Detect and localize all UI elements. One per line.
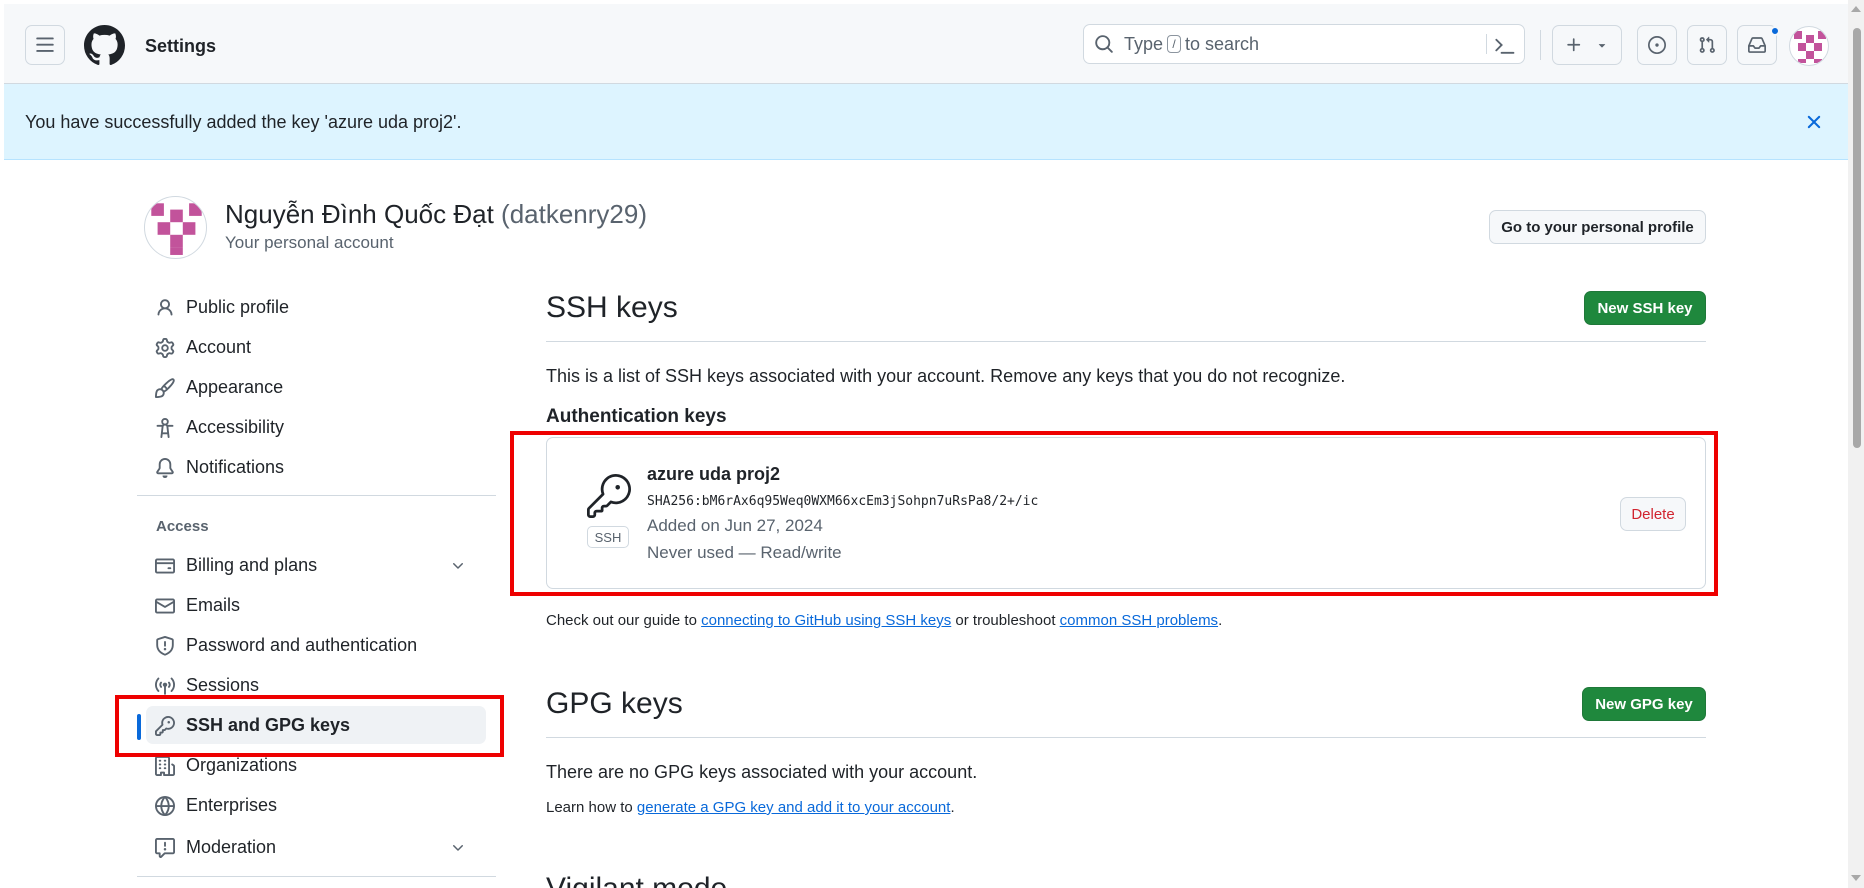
highlight-sidebar-ssh-item — [115, 695, 504, 757]
search-icon — [1095, 35, 1113, 53]
sidebar-item-password[interactable]: Password and authentication — [146, 626, 486, 664]
account-handle: (datkenry29) — [501, 199, 648, 229]
account-full-name: Nguyễn Đình Quốc Đạt — [225, 199, 494, 229]
search-placeholder-prefix: Type — [1124, 33, 1164, 54]
hamburger-icon — [36, 37, 54, 52]
sidebar-item-label: Accessibility — [186, 417, 285, 437]
global-header: Settings Type / to search — [4, 4, 1848, 84]
learn-suffix: . — [950, 799, 955, 816]
sidebar-item-label: Emails — [186, 595, 241, 615]
guide-middle: or troubleshoot — [955, 612, 1056, 629]
sidebar-item-public-profile[interactable]: Public profile — [146, 288, 486, 326]
pull-requests-button[interactable] — [1687, 25, 1727, 65]
guide-prefix: Check out our guide to — [546, 612, 697, 629]
section-rule — [546, 737, 1706, 738]
guide-suffix: . — [1218, 612, 1223, 629]
new-gpg-key-button[interactable]: New GPG key — [1582, 687, 1706, 721]
sidebar-item-label: Moderation — [186, 837, 277, 857]
credit-card-icon — [155, 558, 175, 574]
new-ssh-key-button[interactable]: New SSH key — [1584, 291, 1706, 325]
section-rule — [546, 341, 1706, 342]
paintbrush-icon — [155, 378, 175, 398]
bell-icon — [156, 458, 174, 478]
accessibility-icon — [156, 418, 174, 438]
success-flash-banner: You have successfully added the key 'azu… — [4, 84, 1848, 160]
ssh-keys-title: SSH keys — [546, 291, 678, 324]
sidebar-item-account[interactable]: Account — [146, 328, 486, 366]
organization-icon — [155, 756, 175, 776]
search-separator — [1486, 34, 1487, 54]
create-new-button[interactable] — [1552, 25, 1622, 65]
identicon-avatar-large — [151, 203, 202, 255]
flash-message: You have successfully added the key 'azu… — [25, 112, 462, 132]
go-to-profile-button[interactable]: Go to your personal profile — [1489, 210, 1706, 244]
sidebar-item-label: Account — [186, 337, 252, 357]
sidebar-item-label: Password and authentication — [186, 635, 418, 655]
avatar[interactable] — [1789, 26, 1829, 66]
sidebar-item-moderation[interactable]: Moderation — [146, 828, 486, 866]
issues-icon — [1648, 36, 1666, 54]
sidebar-item-label: Notifications — [186, 457, 285, 477]
scroll-down-arrow[interactable] — [1851, 875, 1861, 881]
command-palette-icon[interactable] — [1495, 35, 1515, 55]
account-avatar — [144, 196, 207, 259]
hamburger-menu-button[interactable] — [25, 25, 65, 65]
sidebar-item-label: Public profile — [186, 297, 290, 317]
sidebar-item-label: Billing and plans — [186, 555, 318, 575]
chevron-down-icon — [1598, 44, 1606, 48]
ssh-description: This is a list of SSH keys associated wi… — [546, 366, 1346, 386]
account-subtitle: Your personal account — [225, 233, 394, 252]
search-placeholder: Type / to search — [1124, 34, 1259, 55]
search-placeholder-suffix: to search — [1185, 33, 1260, 54]
header-divider — [1540, 30, 1541, 60]
github-logo[interactable] — [84, 25, 125, 66]
header-title[interactable]: Settings — [145, 36, 216, 57]
gpg-keys-title: GPG keys — [546, 687, 683, 720]
sidebar-item-notifications[interactable]: Notifications — [146, 448, 486, 486]
notification-indicator — [1770, 26, 1780, 36]
authentication-keys-heading: Authentication keys — [546, 406, 727, 427]
issues-button[interactable] — [1637, 25, 1677, 65]
mail-icon — [155, 598, 175, 614]
search-shortcut-key: / — [1167, 35, 1182, 53]
globe-icon — [155, 796, 175, 816]
shield-icon — [156, 636, 174, 656]
sidebar-divider — [137, 495, 496, 496]
gear-icon — [155, 338, 175, 358]
sidebar-item-label: Appearance — [186, 377, 284, 397]
sidebar-item-label: Enterprises — [186, 795, 278, 815]
sidebar-item-label: Sessions — [186, 675, 260, 695]
sidebar-item-appearance[interactable]: Appearance — [146, 368, 486, 406]
plus-icon — [1567, 38, 1581, 52]
gpg-empty-text: There are no GPG keys associated with yo… — [546, 762, 978, 782]
ssh-guide-text: Check out our guide to connecting to Git… — [546, 612, 1222, 629]
vigilant-mode-title: Vigilant mode — [546, 872, 727, 888]
gpg-guide-link[interactable]: generate a GPG key and add it to your ac… — [637, 799, 951, 816]
chevron-down-icon — [453, 563, 463, 569]
person-icon — [157, 299, 173, 316]
pull-requests-icon — [1699, 36, 1715, 53]
search-input[interactable]: Type / to search — [1083, 24, 1525, 64]
ssh-guide-link[interactable]: connecting to GitHub using SSH keys — [701, 612, 951, 629]
sidebar-item-label: Organizations — [186, 755, 298, 775]
sidebar-item-accessibility[interactable]: Accessibility — [146, 408, 486, 446]
chevron-down-icon — [453, 845, 463, 851]
report-icon — [155, 838, 175, 858]
account-name[interactable]: Nguyễn Đình Quốc Đạt (datkenry29) — [225, 199, 647, 230]
sidebar-item-enterprises[interactable]: Enterprises — [146, 786, 486, 824]
learn-prefix: Learn how to — [546, 799, 633, 816]
ssh-troubleshoot-link[interactable]: common SSH problems — [1060, 612, 1218, 629]
close-icon[interactable] — [1803, 111, 1825, 133]
scroll-up-arrow[interactable] — [1851, 6, 1861, 12]
sidebar-divider — [137, 876, 496, 877]
sidebar-heading-access: Access — [156, 518, 209, 535]
sidebar-item-billing[interactable]: Billing and plans — [146, 546, 486, 584]
sidebar-item-emails[interactable]: Emails — [146, 586, 486, 624]
highlight-ssh-key-card — [510, 431, 1718, 596]
scrollbar-thumb[interactable] — [1853, 28, 1861, 448]
identicon-avatar — [1794, 31, 1826, 63]
inbox-icon — [1748, 37, 1766, 53]
gpg-learn-text: Learn how to generate a GPG key and add … — [546, 799, 955, 816]
broadcast-icon — [155, 677, 175, 695]
